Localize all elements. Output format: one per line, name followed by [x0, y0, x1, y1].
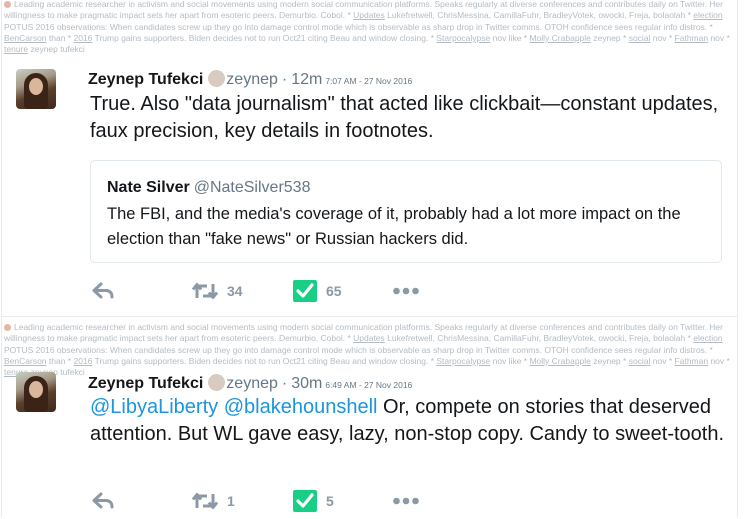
bio-link[interactable]: Molly Crabapple: [529, 356, 590, 366]
tweet-actions: 1 5: [90, 489, 730, 513]
tweet-header: Zeynep Tufekci zeynep · 30m 6:49 AM - 27 Nov…: [88, 374, 412, 393]
author-handle[interactable]: zeynep: [226, 375, 278, 392]
tweet-item[interactable]: Leading academic researcher in activism …: [2, 316, 737, 519]
bio-link[interactable]: Fathman: [675, 356, 709, 366]
quoted-tweet-text: The FBI, and the media's coverage of it,…: [107, 205, 681, 248]
tweet-time[interactable]: 12m: [291, 71, 322, 88]
reply-button[interactable]: [92, 489, 114, 513]
author-name[interactable]: Zeynep Tufekci: [88, 71, 203, 88]
bio-link[interactable]: BenCarson: [4, 33, 47, 43]
bio-link[interactable]: Starpocalypse: [436, 33, 490, 43]
bio-link[interactable]: 2016: [73, 356, 92, 366]
reply-button[interactable]: [92, 279, 114, 303]
bio-avatar-icon: [4, 324, 11, 331]
retweet-button[interactable]: 1: [192, 489, 235, 513]
like-count: 65: [326, 283, 342, 299]
more-icon: [393, 287, 419, 295]
checkmark-icon: [293, 280, 317, 302]
author-name[interactable]: Zeynep Tufekci: [88, 375, 203, 392]
tweet-text: True. Also "data journalism" that acted …: [90, 93, 719, 142]
bio-link[interactable]: BenCarson: [4, 356, 47, 366]
separator-dot: ·: [281, 71, 288, 88]
tweet-item[interactable]: Leading academic researcher in activism …: [2, 0, 737, 314]
bio-link[interactable]: social: [629, 33, 651, 43]
retweet-button[interactable]: 34: [192, 279, 243, 303]
bio-link[interactable]: Starpocalypse: [436, 356, 490, 366]
bio-link[interactable]: tenure: [4, 44, 28, 54]
profile-bio-text: Leading academic researcher in activism …: [4, 0, 730, 55]
reply-icon: [92, 282, 114, 299]
bio-link[interactable]: 2016: [73, 33, 92, 43]
tweet-actions: 34 65: [90, 279, 730, 303]
retweet-count: 1: [227, 493, 235, 509]
separator-dot: ·: [281, 375, 288, 392]
tweet-text: @LibyaLiberty @blakehounshell Or, compet…: [90, 396, 725, 445]
checkmark-icon: [293, 490, 317, 512]
reply-icon: [92, 492, 114, 509]
bio-link[interactable]: Molly Crabapple: [529, 33, 590, 43]
tweet-timestamp: 6:49 AM - 27 Nov 2016: [325, 380, 413, 390]
more-button[interactable]: [393, 489, 419, 513]
quoted-author-handle: @NateSilver538: [193, 179, 311, 196]
like-button[interactable]: 65: [293, 279, 342, 303]
tweet-header: Zeynep Tufekci zeynep · 12m 7:07 AM - 27 Nov…: [88, 70, 412, 89]
avatar[interactable]: [16, 69, 56, 109]
like-button[interactable]: 5: [293, 489, 334, 513]
retweet-count: 34: [227, 283, 243, 299]
mention-link[interactable]: @blakehounshell: [224, 396, 378, 418]
mini-avatar-icon: [208, 70, 226, 87]
bio-link[interactable]: election: [693, 333, 722, 343]
bio-link[interactable]: election: [693, 10, 722, 20]
more-icon: [393, 497, 419, 505]
tweet-time[interactable]: 30m: [291, 375, 322, 392]
more-button[interactable]: [393, 279, 419, 303]
bio-link[interactable]: Fathman: [675, 33, 709, 43]
quoted-author-name: Nate Silver: [107, 179, 190, 196]
retweet-icon: [192, 283, 218, 299]
bio-avatar-icon: [4, 1, 11, 8]
bio-link[interactable]: Updates: [353, 10, 385, 20]
retweet-icon: [192, 493, 218, 509]
bio-link[interactable]: Updates: [353, 333, 385, 343]
mention-link[interactable]: @LibyaLiberty: [90, 396, 218, 418]
quoted-tweet[interactable]: Nate Silver @NateSilver538 The FBI, and t…: [90, 160, 722, 263]
avatar[interactable]: [16, 372, 56, 412]
like-count: 5: [326, 493, 334, 509]
tweet-timestamp: 7:07 AM - 27 Nov 2016: [325, 76, 413, 86]
profile-bio-text: Leading academic researcher in activism …: [4, 322, 730, 378]
bio-link[interactable]: social: [629, 356, 651, 366]
mini-avatar-icon: [208, 374, 226, 391]
author-handle[interactable]: zeynep: [226, 71, 278, 88]
